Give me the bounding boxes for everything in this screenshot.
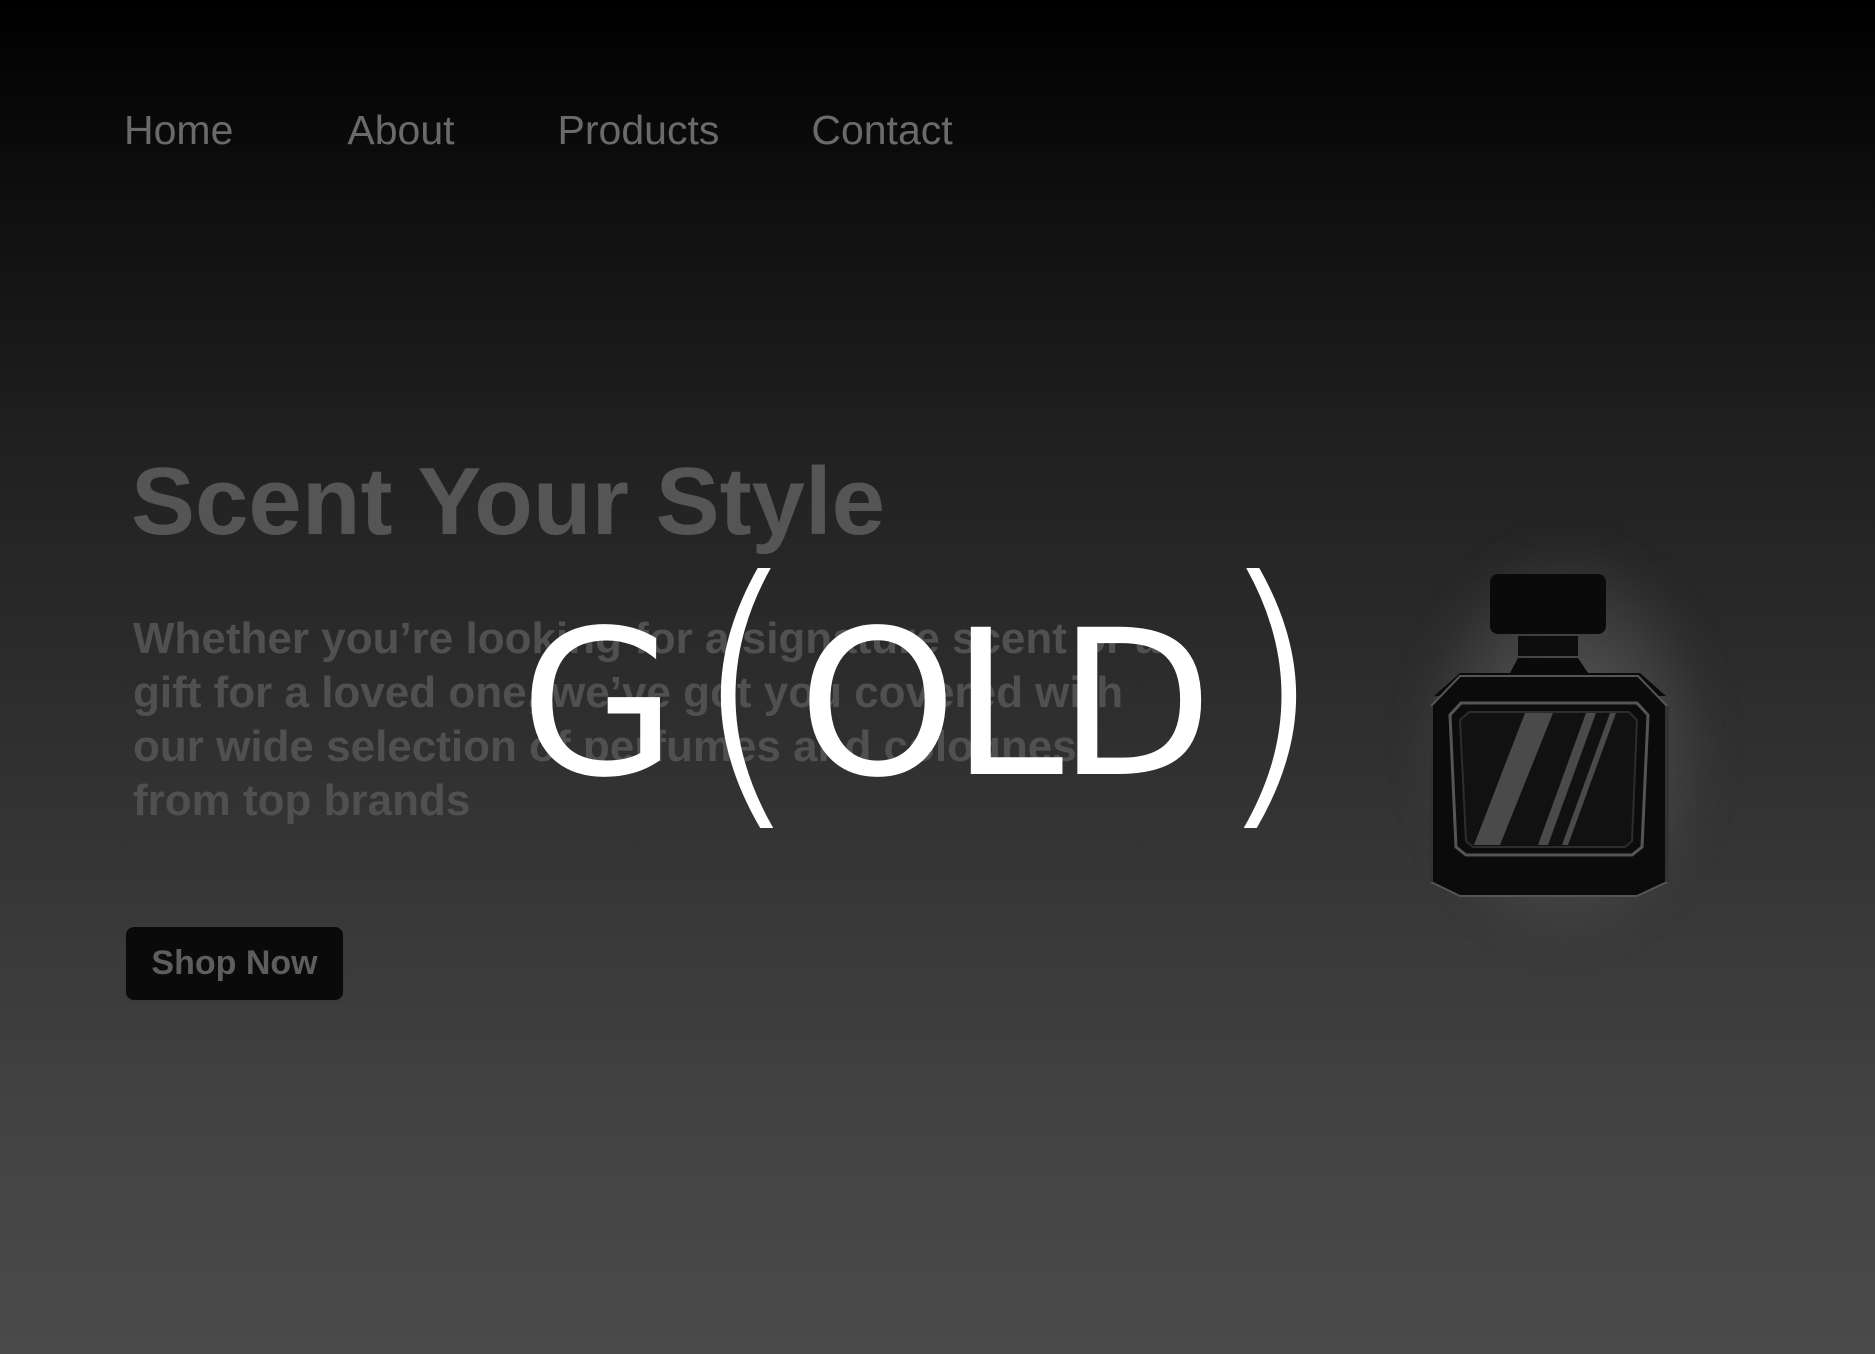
logo-letter-g: G — [520, 586, 673, 822]
nav-home-link[interactable]: Home — [124, 100, 233, 160]
shop-now-button[interactable]: Shop Now — [124, 925, 345, 1002]
product-image — [1330, 500, 1770, 960]
nav-products-link[interactable]: Products — [558, 100, 720, 160]
perfume-bottle-icon — [1429, 574, 1669, 897]
logo-open-paren: ( — [688, 568, 805, 828]
hero-title: Scent Your Style — [131, 448, 886, 555]
brand-logo: G ( OLD ) — [520, 568, 1300, 828]
logo-close-paren: ) — [1210, 568, 1300, 828]
main-nav: Home About Products Contact — [124, 100, 953, 160]
nav-contact-link[interactable]: Contact — [811, 100, 952, 160]
logo-word-old: OLD — [798, 586, 1207, 822]
nav-about-link[interactable]: About — [347, 100, 454, 160]
